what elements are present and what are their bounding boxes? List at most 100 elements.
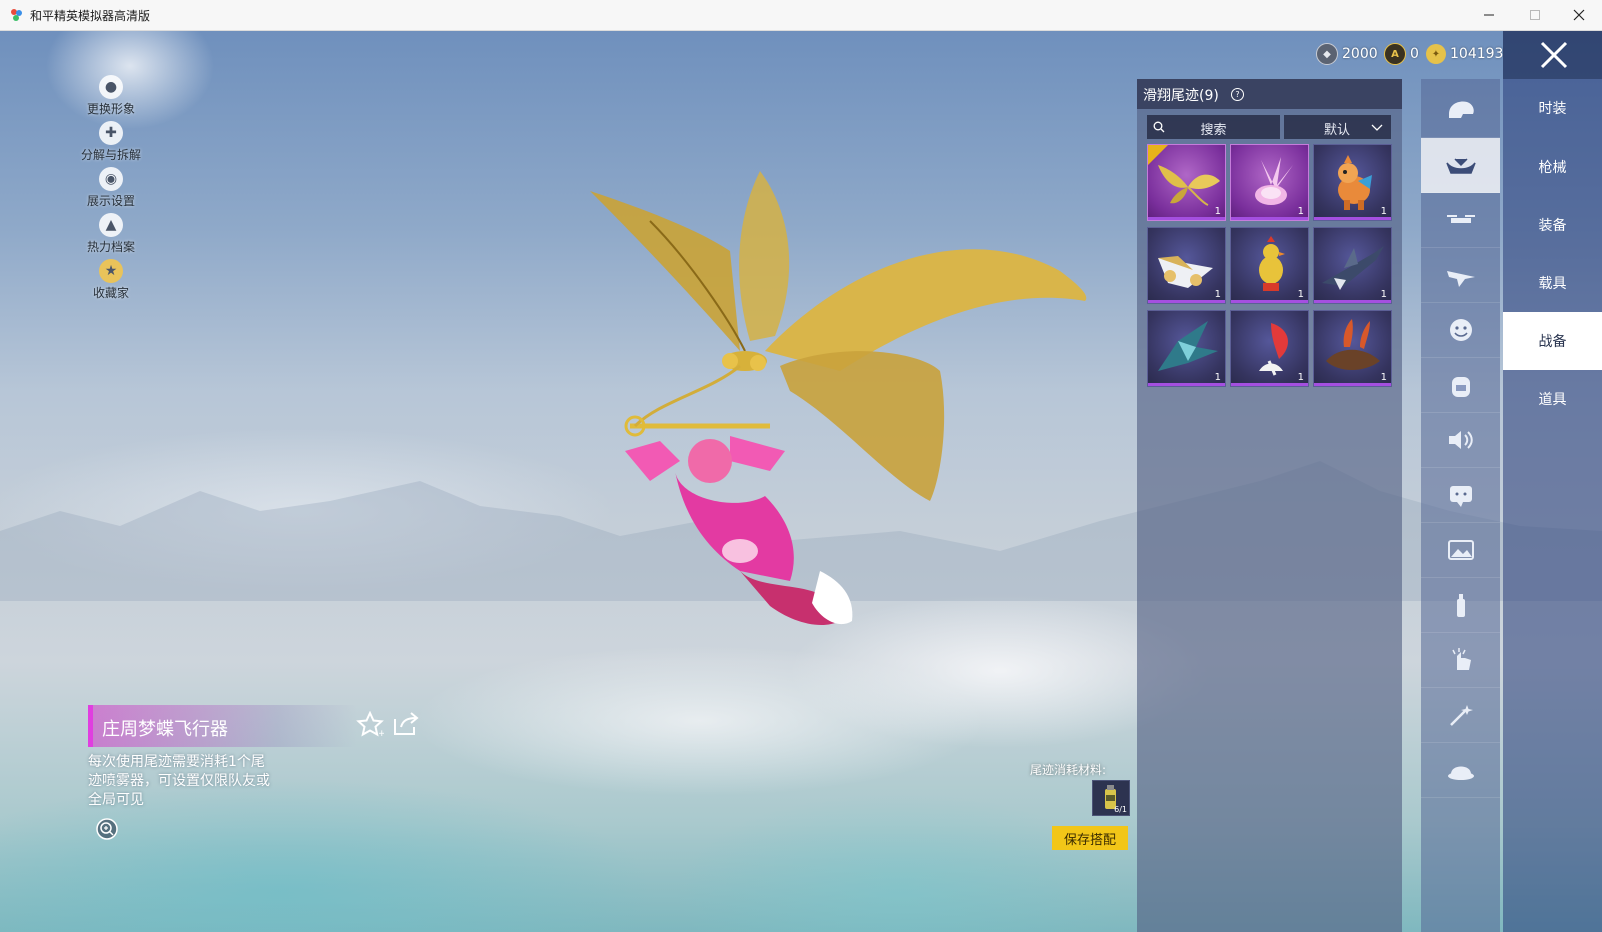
helmet-icon — [1448, 101, 1474, 118]
gold-coin-icon: A — [1384, 43, 1406, 65]
consume-material-slot[interactable]: 6/1 — [1092, 780, 1130, 816]
item-qty: 1 — [1214, 206, 1221, 217]
window-title: 和平精英模拟器高清版 — [30, 9, 151, 23]
rarity-bar — [1314, 300, 1391, 303]
drone-icon — [1446, 215, 1475, 223]
item-cell-white-jet[interactable]: 1 — [1147, 227, 1226, 304]
item-cell-orange-horse[interactable]: 1 — [1313, 144, 1392, 221]
rarity-bar — [1231, 217, 1308, 220]
sort-label: 默认 — [1324, 123, 1351, 138]
item-cell-red-flame-spray[interactable]: 1 — [1230, 310, 1309, 387]
heat-profile-button[interactable]: ▲ 热力档案 — [74, 213, 148, 255]
save-outfit-button[interactable]: 保存搭配 — [1052, 826, 1128, 850]
tab-props[interactable]: 道具 — [1503, 370, 1602, 428]
maximize-button[interactable] — [1512, 0, 1558, 30]
rarity-bar — [1148, 300, 1225, 303]
rail-speaker[interactable] — [1421, 413, 1500, 468]
flame-icon: ▲ — [99, 213, 123, 237]
display-settings-label: 展示设置 — [86, 194, 135, 208]
rail-backpack[interactable] — [1421, 358, 1500, 413]
category-tabs: 时装 枪械 装备 载具 战备 道具 — [1503, 79, 1602, 932]
sparkle-icon — [1449, 705, 1473, 726]
tab-combat-prep[interactable]: 战备 — [1503, 312, 1602, 370]
chevron-down-icon — [1371, 124, 1383, 131]
favorite-star-icon[interactable]: + — [356, 711, 384, 737]
rarity-bar — [1148, 383, 1225, 386]
token-value: 104193 — [1450, 46, 1504, 62]
silver-coin-icon: ◆ — [1316, 43, 1338, 65]
item-cell-teal-dragon-wing[interactable]: 1 — [1147, 310, 1226, 387]
zoom-in-icon[interactable] — [95, 817, 119, 841]
token-icon: ✦ — [1426, 44, 1446, 64]
puzzle-icon: ✚ — [99, 121, 123, 145]
close-x-icon — [1540, 41, 1568, 69]
tab-equipment[interactable]: 装备 — [1503, 196, 1602, 254]
search-label: 搜索 — [1200, 123, 1227, 138]
item-qty: 1 — [1380, 372, 1387, 383]
glider-icon — [1445, 158, 1476, 174]
rail-gallery[interactable] — [1421, 523, 1500, 578]
change-avatar-button[interactable]: ● 更换形象 — [74, 75, 148, 117]
rarity-bar — [1314, 383, 1391, 386]
item-cell-rooster-toy[interactable]: 1 — [1230, 227, 1309, 304]
rail-emote[interactable] — [1421, 303, 1500, 358]
consume-material-label: 尾迹消耗材料: — [1030, 763, 1107, 777]
item-qty: 1 — [1297, 289, 1304, 300]
rail-plane[interactable] — [1421, 248, 1500, 303]
rail-helmet[interactable] — [1421, 83, 1500, 138]
item-description: 每次使用尾迹需要消耗1个尾迹喷雾器，可设置仅限队友或全局可见 — [88, 754, 270, 808]
svg-text:+: + — [378, 729, 384, 737]
item-cell-pink-crystal-flower[interactable]: 1 — [1230, 144, 1309, 221]
rail-sparkle[interactable] — [1421, 688, 1500, 743]
rarity-bar — [1314, 217, 1391, 220]
game-scene: ● 更换形象 ✚ 分解与拆解 ◉ 展示设置 ▲ 热力档案 ★ 收藏家 庄周梦蝶飞… — [0, 31, 1602, 932]
silver-value: 2000 — [1342, 46, 1378, 62]
app-logo-icon — [11, 9, 22, 21]
collector-badge-icon: ★ — [99, 259, 123, 283]
item-name: 庄周梦蝶飞行器 — [102, 719, 228, 740]
close-menu-button[interactable] — [1503, 31, 1602, 79]
rail-chat[interactable] — [1421, 468, 1500, 523]
chat-icon — [1449, 486, 1472, 507]
rarity-bar — [1231, 300, 1308, 303]
item-qty: 1 — [1214, 289, 1221, 300]
spray-icon — [1456, 594, 1465, 617]
item-cell-bronze-rocket[interactable]: 1 — [1313, 310, 1392, 387]
share-icon[interactable] — [392, 711, 420, 737]
help-icon[interactable]: ? — [1231, 88, 1244, 101]
speaker-icon — [1448, 431, 1473, 449]
gesture-icon — [1451, 648, 1471, 670]
avatar-icon: ● — [99, 75, 123, 99]
rail-roast-chicken[interactable] — [1421, 743, 1500, 798]
window-close-button[interactable] — [1556, 0, 1602, 30]
decompose-label: 分解与拆解 — [80, 148, 141, 162]
rarity-bar — [1148, 217, 1225, 220]
display-settings-button[interactable]: ◉ 展示设置 — [74, 167, 148, 209]
item-qty: 1 — [1380, 206, 1387, 217]
consume-count: 6/1 — [1114, 805, 1127, 814]
item-qty: 1 — [1380, 289, 1387, 300]
equipped-check-icon — [1148, 145, 1168, 165]
items-panel: 滑翔尾迹(9) ? 搜索 默认 1 1 1 1 1 1 1 1 1 — [1137, 79, 1402, 932]
decompose-button[interactable]: ✚ 分解与拆解 — [74, 121, 148, 163]
item-qty: 1 — [1297, 372, 1304, 383]
roast-chicken-icon — [1447, 766, 1474, 780]
maximize-icon — [1530, 10, 1540, 20]
panel-header: 滑翔尾迹(9) ? — [1137, 79, 1402, 109]
emote-icon — [1449, 319, 1472, 341]
tab-vehicles[interactable]: 载具 — [1503, 254, 1602, 312]
collector-button[interactable]: ★ 收藏家 — [74, 259, 148, 301]
category-icon-rail — [1421, 79, 1500, 932]
search-button[interactable]: 搜索 — [1147, 115, 1280, 139]
rail-drone[interactable] — [1421, 193, 1500, 248]
tab-fashion[interactable]: 时装 — [1503, 79, 1602, 137]
item-cell-golden-butterfly[interactable]: 1 — [1147, 144, 1226, 221]
rarity-bar — [1231, 383, 1308, 386]
minimize-button[interactable] — [1466, 0, 1512, 30]
rail-gesture[interactable] — [1421, 633, 1500, 688]
rail-glider[interactable] — [1421, 138, 1500, 193]
tab-firearms[interactable]: 枪械 — [1503, 138, 1602, 196]
sort-dropdown[interactable]: 默认 — [1284, 115, 1391, 139]
item-cell-shark-jet[interactable]: 1 — [1313, 227, 1392, 304]
rail-spray[interactable] — [1421, 578, 1500, 633]
